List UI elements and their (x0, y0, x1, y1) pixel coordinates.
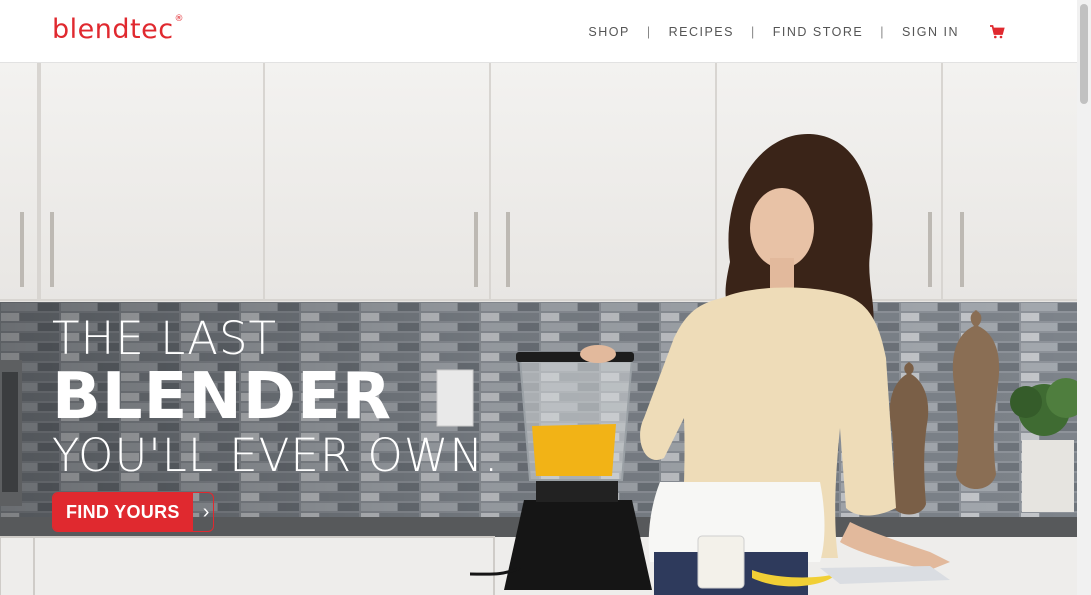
find-yours-label: FIND YOURS (53, 493, 193, 531)
site-header: blendtec® SHOP | RECIPES | FIND STORE | … (0, 0, 1077, 63)
main-nav: SHOP | RECIPES | FIND STORE | SIGN IN (588, 25, 1005, 39)
find-yours-button[interactable]: FIND YOURS › (52, 492, 214, 532)
chevron-right-icon: › (202, 500, 210, 523)
hero-banner: THE LAST BLENDER YOU'LL EVER OWN. FIND Y… (0, 62, 1077, 595)
nav-separator: | (880, 25, 885, 39)
nav-shop[interactable]: SHOP (588, 25, 629, 39)
scrollbar-thumb[interactable] (1080, 4, 1088, 104)
page-scrollbar[interactable] (1077, 0, 1091, 595)
headline-line-1: THE LAST (52, 312, 278, 365)
shopping-cart-icon[interactable] (989, 25, 1005, 39)
headline-line-3: YOU'LL EVER OWN. (52, 429, 500, 482)
nav-separator: | (646, 25, 652, 39)
blendtec-logo[interactable]: blendtec® (52, 14, 184, 45)
nav-find-store[interactable]: FIND STORE (773, 25, 863, 39)
nav-sign-in[interactable]: SIGN IN (902, 25, 959, 39)
headline-line-2: BLENDER (52, 360, 392, 434)
hero-headline: THE LAST BLENDER YOU'LL EVER OWN. (52, 314, 499, 482)
registered-mark: ® (174, 14, 185, 24)
nav-recipes[interactable]: RECIPES (669, 25, 734, 39)
logo-text: blendtec (52, 14, 174, 45)
nav-separator: | (750, 25, 756, 39)
